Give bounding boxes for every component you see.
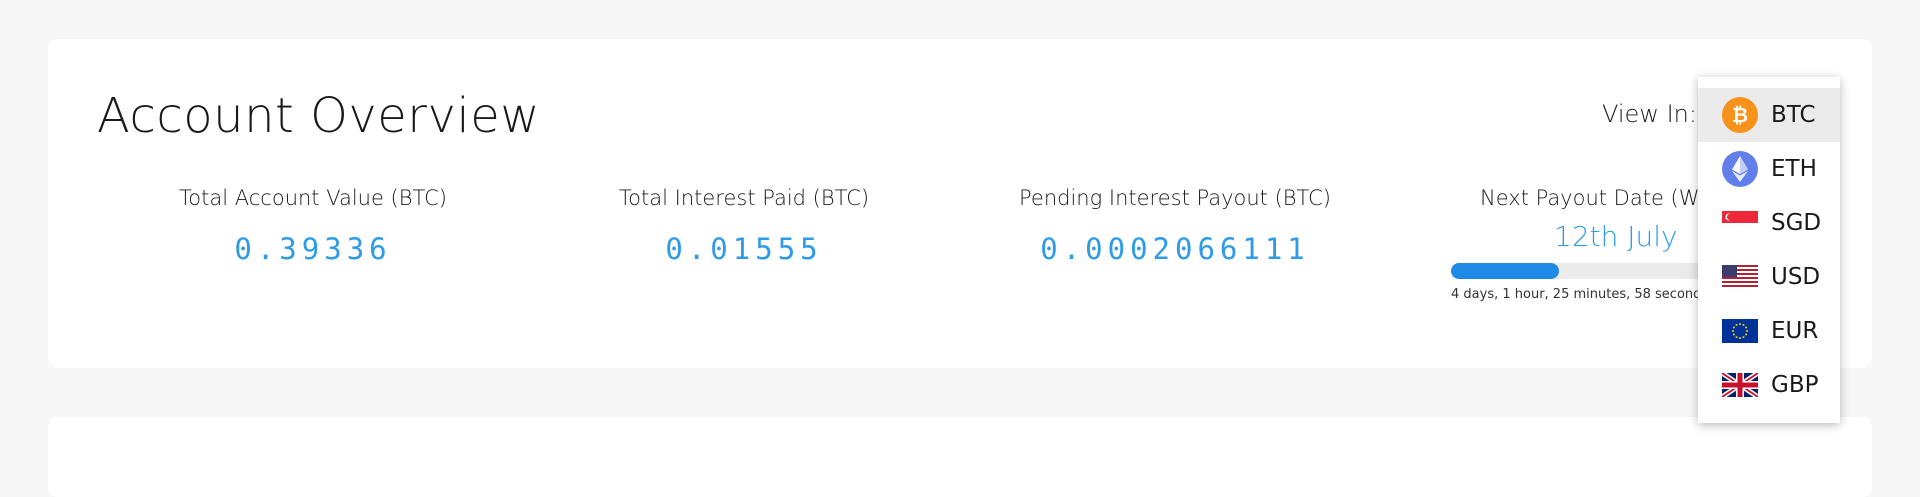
stat-label: Total Account Value (BTC) [179, 186, 447, 210]
currency-dropdown-menu: ₿ BTC ETH SGD USD EUR GBP [1698, 77, 1840, 423]
stat-value: 0.01555 [665, 232, 823, 266]
currency-option-label: GBP [1771, 372, 1819, 398]
view-in-label: View In: [1602, 100, 1697, 128]
singapore-flag-icon [1722, 205, 1758, 241]
us-flag-icon [1722, 259, 1758, 295]
payout-progress-fill [1451, 263, 1559, 279]
ethereum-icon [1722, 151, 1758, 187]
stat-total-account-value: Total Account Value (BTC) 0.39336 [103, 186, 523, 266]
currency-option-label: EUR [1771, 318, 1819, 344]
stat-total-interest-paid: Total Interest Paid (BTC) 0.01555 [534, 186, 954, 266]
currency-option-eur[interactable]: EUR [1698, 304, 1840, 358]
stat-label: Total Interest Paid (BTC) [618, 186, 870, 210]
currency-option-label: SGD [1771, 210, 1822, 236]
svg-text:₿: ₿ [1732, 103, 1748, 127]
secondary-card [48, 417, 1872, 497]
stat-pending-interest-payout: Pending Interest Payout (BTC) 0.00020661… [965, 186, 1385, 266]
currency-option-btc[interactable]: ₿ BTC [1698, 88, 1840, 142]
currency-option-label: BTC [1771, 102, 1816, 128]
stat-value: 0.0002066111 [1040, 232, 1310, 266]
currency-option-label: USD [1771, 264, 1821, 290]
uk-flag-icon [1722, 367, 1758, 403]
currency-option-gbp[interactable]: GBP [1698, 358, 1840, 412]
payout-progress-bar [1451, 263, 1721, 279]
currency-option-eth[interactable]: ETH [1698, 142, 1840, 196]
currency-option-usd[interactable]: USD [1698, 250, 1840, 304]
page-title: Account Overview [97, 88, 541, 144]
stat-label: Pending Interest Payout (BTC) [1019, 186, 1331, 210]
bitcoin-icon: ₿ [1722, 97, 1758, 133]
eu-flag-icon [1722, 313, 1758, 349]
currency-option-sgd[interactable]: SGD [1698, 196, 1840, 250]
stat-value: 0.39336 [234, 232, 392, 266]
currency-option-label: ETH [1771, 156, 1817, 182]
